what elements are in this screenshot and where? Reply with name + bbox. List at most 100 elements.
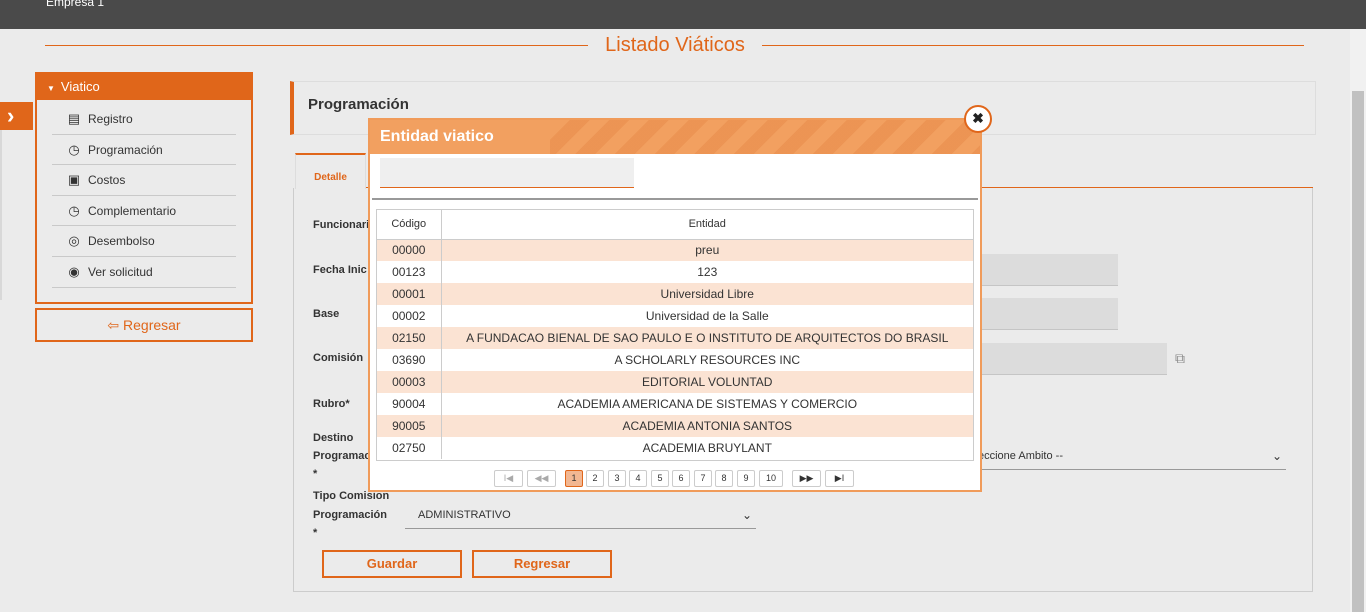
caret-down-icon: ▼	[47, 84, 55, 93]
tipo-comision-label-3: *	[313, 527, 318, 539]
sidebar-item-label: Programación	[88, 142, 163, 157]
back-button[interactable]: Regresar	[472, 550, 612, 578]
modal-header-texture	[550, 120, 980, 154]
pager-prev-button[interactable]: ◀◀	[527, 470, 556, 487]
table-row[interactable]: 02150 A FUNDACAO BIENAL DE SAO PAULO E O …	[377, 327, 973, 349]
chevron-down-icon: ⌄	[741, 508, 752, 522]
top-bar: Empresa 1	[0, 0, 1366, 29]
eye-icon: ◉	[68, 263, 80, 279]
pager-last-button[interactable]: ▶I	[825, 470, 854, 487]
table-row[interactable]: 90005 ACADEMIA ANTONIA SANTOS	[377, 415, 973, 437]
pager-page-1[interactable]: 1	[565, 470, 583, 487]
sidebar-edge	[0, 130, 2, 300]
table-row[interactable]: 00000 preu	[377, 239, 973, 261]
table-row[interactable]: 00123 123	[377, 261, 973, 283]
codigo-cell: 90005	[377, 415, 442, 437]
page-title: Listado Viáticos	[605, 34, 745, 56]
close-icon: ✖	[972, 110, 984, 126]
codigo-cell: 00000	[377, 239, 442, 261]
sidebar-item-costos[interactable]: ▣ Costos	[52, 165, 236, 196]
destino-label-3: *	[313, 468, 318, 480]
save-button[interactable]: Guardar	[322, 550, 462, 578]
sidebar-item-registro[interactable]: ▤ Registro	[52, 104, 236, 135]
table-row[interactable]: 02750 ACADEMIA BRUYLANT	[377, 437, 973, 459]
table-row[interactable]: 00002 Universidad de la Salle	[377, 305, 973, 327]
modal-title: Entidad viatico	[380, 128, 494, 145]
modal-close-button[interactable]: ✖	[964, 105, 992, 133]
clock-icon: ◷	[68, 141, 80, 157]
rubro-label: Rubro*	[313, 398, 350, 410]
comision-field[interactable]	[978, 343, 1167, 375]
fecha-inicio-label: Fecha Inic	[313, 264, 367, 276]
back-arrow-icon: ⇦	[107, 317, 124, 333]
table-row[interactable]: 00003 EDITORIAL VOLUNTAD	[377, 371, 973, 393]
pager-page-3[interactable]: 3	[608, 470, 626, 487]
tab-detalle[interactable]: Detalle	[295, 153, 366, 189]
sidebar-back-label: Regresar	[123, 317, 181, 333]
pager-page-6[interactable]: 6	[672, 470, 690, 487]
section-title: Programación	[308, 96, 409, 113]
sidebar-item-desembolso[interactable]: ◎ Desembolso	[52, 226, 236, 257]
pager-page-7[interactable]: 7	[694, 470, 712, 487]
modal-header: Entidad viatico	[370, 120, 980, 154]
pager-page-8[interactable]: 8	[715, 470, 733, 487]
pager-page-4[interactable]: 4	[629, 470, 647, 487]
column-header-entidad[interactable]: Entidad	[441, 210, 973, 240]
entidad-cell: Universidad Libre	[441, 283, 973, 305]
ambito-select[interactable]: eccione Ambito -- ⌄	[978, 448, 1286, 470]
entidad-cell: ACADEMIA BRUYLANT	[642, 441, 772, 455]
sidebar-item-label: Complementario	[88, 203, 177, 218]
base-field[interactable]	[978, 298, 1118, 330]
entidad-cell: 123	[697, 265, 718, 279]
page-scrollbar[interactable]	[1350, 29, 1366, 612]
company-name: Empresa 1	[46, 0, 105, 9]
table-row[interactable]: 90004 ACADEMIA AMERICANA DE SISTEMAS Y CO…	[377, 393, 973, 415]
table-row[interactable]: 00001 Universidad Libre	[377, 283, 973, 305]
sidebar-item-label: Desembolso	[88, 234, 155, 249]
entidad-cell: A SCHOLARLY RESOURCES INC	[614, 353, 801, 367]
comision-label: Comisión	[313, 352, 364, 364]
sidebar-header-label: Viatico	[60, 79, 100, 94]
pagination: I◀ ◀◀ 1 2 3 4 5 6 7 8 9 10 ▶▶ ▶I	[494, 470, 874, 488]
money-icon: ▣	[67, 172, 81, 188]
pager-next-button[interactable]: ▶▶	[792, 470, 821, 487]
funcionario-label: Funcionari	[313, 219, 370, 231]
coins-icon: ◎	[68, 233, 80, 249]
sidebar-header[interactable]: ▼ Viatico	[37, 74, 251, 100]
entidad-cell: ACADEMIA ANTONIA SANTOS	[441, 415, 973, 437]
sidebar-toggle-button[interactable]: ›	[0, 102, 33, 130]
add-window-icon[interactable]: ⧉	[1175, 350, 1193, 368]
table-row[interactable]: 03690 A SCHOLARLY RESOURCES INC	[377, 349, 973, 371]
entidad-cell: EDITORIAL VOLUNTAD	[441, 371, 973, 393]
sidebar-item-ver-solicitud[interactable]: ◉ Ver solicitud	[52, 257, 236, 288]
sidebar-back-button[interactable]: ⇦ Regresar	[35, 308, 253, 342]
entidad-modal: Entidad viatico Código Entidad 00000 preu…	[368, 118, 982, 492]
scrollbar-thumb[interactable]	[1352, 91, 1364, 612]
pager-page-2[interactable]: 2	[586, 470, 604, 487]
pager-page-10[interactable]: 10	[759, 470, 783, 487]
list-icon: ▤	[67, 111, 81, 126]
codigo-cell: 02750	[377, 437, 442, 459]
sidebar-item-complementario[interactable]: ◷ Complementario	[52, 196, 236, 227]
pager-first-button[interactable]: I◀	[494, 470, 523, 487]
sidebar-menu: ▼ Viatico ▤ Registro ◷ Programación ▣ Costos…	[35, 72, 253, 304]
sidebar-item-label: Registro	[88, 112, 133, 126]
table-header-row: Código Entidad	[377, 210, 973, 240]
fecha-field[interactable]	[978, 254, 1118, 286]
pager-page-9[interactable]: 9	[737, 470, 755, 487]
codigo-cell: 00123	[377, 261, 442, 283]
entidad-cell: A FUNDACAO BIENAL DE SAO PAULO E O INSTI…	[441, 327, 973, 349]
tipo-comision-label-2: Programación	[313, 509, 387, 521]
title-divider-left	[45, 45, 588, 46]
pager-page-5[interactable]: 5	[651, 470, 669, 487]
destino-label-2: Programac	[313, 450, 371, 462]
modal-search-input[interactable]	[380, 158, 634, 188]
tipo-comision-select[interactable]: ADMINISTRATIVO ⌄	[405, 507, 756, 529]
column-header-codigo[interactable]: Código	[377, 210, 442, 240]
entidad-table: Código Entidad 00000 preu 00123 123 00001 Uni…	[376, 209, 974, 461]
clock-icon: ◷	[68, 202, 80, 218]
sidebar-item-programacion[interactable]: ◷ Programación	[52, 135, 236, 166]
ambito-select-value: eccione Ambito --	[978, 450, 1063, 462]
sidebar-item-label: Ver solicitud	[88, 264, 153, 279]
codigo-cell: 02150	[377, 327, 442, 349]
